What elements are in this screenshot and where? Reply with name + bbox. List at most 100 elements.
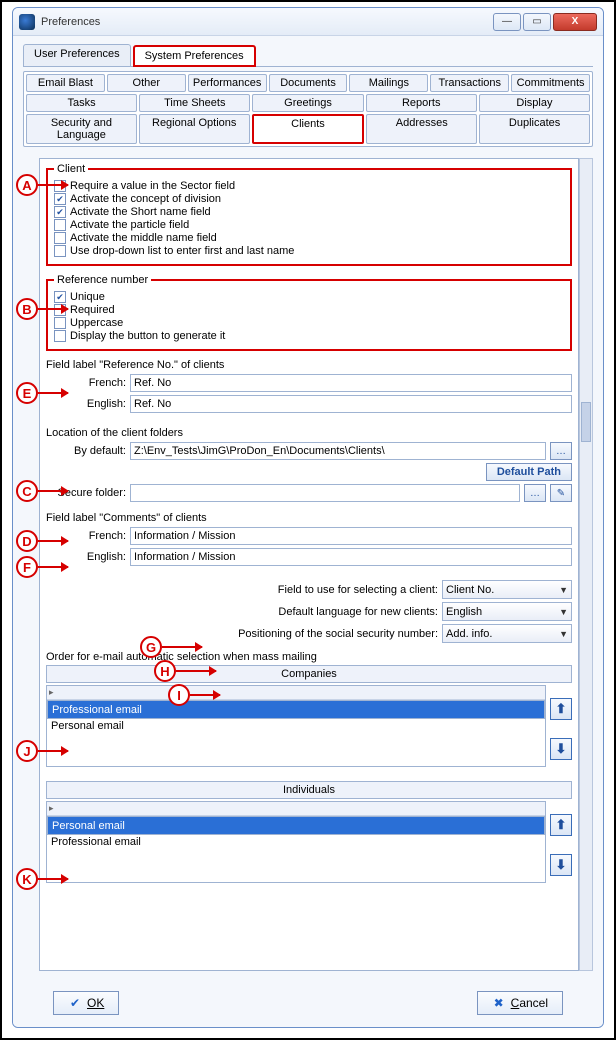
secure-folder-input[interactable]	[130, 484, 520, 502]
tab-system-preferences[interactable]: System Preferences	[133, 45, 256, 67]
subtab-mailings[interactable]: Mailings	[349, 74, 428, 92]
subtab-tasks[interactable]: Tasks	[26, 94, 137, 112]
field-select-dropdown[interactable]: Client No. ▼	[442, 580, 572, 599]
tab-user-preferences[interactable]: User Preferences	[23, 44, 131, 66]
move-down-button[interactable]: ⬇	[550, 854, 572, 876]
refnum-group: Reference number ✔Unique Required Upperc…	[46, 274, 572, 351]
chevron-down-icon: ▼	[559, 585, 568, 595]
comments-french-input[interactable]	[130, 527, 572, 545]
lang-dropdown[interactable]: English▼	[442, 602, 572, 621]
field-select-label: Field to use for selecting a client:	[46, 584, 438, 596]
close-button[interactable]: X	[553, 13, 597, 31]
check-icon: ✔	[68, 996, 82, 1010]
ssn-label: Positioning of the social security numbe…	[46, 628, 438, 640]
browse-secure-button[interactable]: …	[524, 484, 546, 502]
dropdown-value: Add. info.	[446, 628, 492, 640]
list-item[interactable]: Personal email	[47, 719, 545, 733]
maximize-button[interactable]: ▭	[523, 13, 551, 31]
cancel-label: Cancel	[511, 996, 548, 1010]
subtab-documents[interactable]: Documents	[269, 74, 348, 92]
main-tabs: User Preferences System Preferences	[23, 44, 593, 67]
ok-label: OK	[87, 996, 104, 1010]
edit-secure-button[interactable]: ✎	[550, 484, 572, 502]
subtab-clients[interactable]: Clients	[252, 114, 365, 144]
refno-heading: Field label "Reference No." of clients	[46, 359, 572, 371]
companies-list[interactable]: ▸ Professional email Personal email	[46, 685, 546, 767]
individuals-title: Individuals	[46, 781, 572, 799]
individuals-list[interactable]: ▸ Personal email Professional email	[46, 801, 546, 883]
subtab-commitments[interactable]: Commitments	[511, 74, 590, 92]
chk-label: Activate the concept of division	[70, 193, 221, 205]
lang-label: Default language for new clients:	[46, 606, 438, 618]
companies-title: Companies	[46, 665, 572, 683]
callout-g: G	[140, 636, 162, 658]
subtab-time-sheets[interactable]: Time Sheets	[139, 94, 250, 112]
callout-j: J	[16, 740, 38, 762]
preferences-window: Preferences — ▭ X User Preferences Syste…	[12, 7, 604, 1028]
checkbox[interactable]	[54, 330, 66, 342]
dropdown-value: Client No.	[446, 584, 494, 596]
move-up-button[interactable]: ⬆	[550, 698, 572, 720]
move-up-button[interactable]: ⬆	[550, 814, 572, 836]
subtabs: Email Blast Other Performances Documents…	[23, 71, 593, 147]
list-item[interactable]: Professional email	[47, 835, 545, 849]
callout-d: D	[16, 530, 38, 552]
checkbox[interactable]	[54, 245, 66, 257]
minimize-button[interactable]: —	[493, 13, 521, 31]
refno-english-input[interactable]	[130, 395, 572, 413]
refnum-legend: Reference number	[54, 274, 151, 286]
subtab-duplicates[interactable]: Duplicates	[479, 114, 590, 144]
ok-button[interactable]: ✔ OK	[53, 991, 119, 1015]
subtab-security-language[interactable]: Security and Language	[26, 114, 137, 144]
checkbox[interactable]	[54, 219, 66, 231]
subtab-regional-options[interactable]: Regional Options	[139, 114, 250, 144]
callout-c: C	[16, 480, 38, 502]
chk-label: Activate the middle name field	[70, 232, 217, 244]
cancel-icon: ✖	[492, 996, 506, 1010]
callout-f: F	[16, 556, 38, 578]
chk-label: Require a value in the Sector field	[70, 180, 235, 192]
move-down-button[interactable]: ⬇	[550, 738, 572, 760]
chevron-down-icon: ▼	[559, 607, 568, 617]
chk-label: Required	[70, 304, 115, 316]
chk-label: Activate the particle field	[70, 219, 189, 231]
french-label: French:	[46, 377, 126, 389]
checkbox[interactable]	[54, 232, 66, 244]
english-label: English:	[46, 398, 126, 410]
subtab-display[interactable]: Display	[479, 94, 590, 112]
chk-label: Display the button to generate it	[70, 330, 225, 342]
checkbox[interactable]: ✔	[54, 193, 66, 205]
browse-button[interactable]: …	[550, 442, 572, 460]
mail-order-heading: Order for e-mail automatic selection whe…	[46, 651, 572, 663]
english-label: English:	[46, 551, 126, 563]
client-legend: Client	[54, 163, 88, 175]
callout-k: K	[16, 868, 38, 890]
subtab-greetings[interactable]: Greetings	[252, 94, 363, 112]
list-header: ▸	[47, 686, 545, 700]
checkbox[interactable]: ✔	[54, 206, 66, 218]
checkbox[interactable]: ✔	[54, 291, 66, 303]
default-folder-input[interactable]	[130, 442, 546, 460]
ssn-dropdown[interactable]: Add. info.▼	[442, 624, 572, 643]
subtab-reports[interactable]: Reports	[366, 94, 477, 112]
callout-b: B	[16, 298, 38, 320]
app-icon	[19, 14, 35, 30]
default-path-button[interactable]: Default Path	[486, 463, 572, 481]
list-item[interactable]: Professional email	[47, 700, 545, 719]
subtab-transactions[interactable]: Transactions	[430, 74, 509, 92]
cancel-button[interactable]: ✖ Cancel	[477, 991, 563, 1015]
refno-french-input[interactable]	[130, 374, 572, 392]
callout-i: I	[168, 684, 190, 706]
vertical-scrollbar[interactable]	[579, 158, 593, 971]
bydefault-label: By default:	[46, 445, 126, 457]
subtab-other[interactable]: Other	[107, 74, 186, 92]
chk-label: Activate the Short name field	[70, 206, 211, 218]
subtab-email-blast[interactable]: Email Blast	[26, 74, 105, 92]
list-item[interactable]: Personal email	[47, 816, 545, 835]
comments-heading: Field label "Comments" of clients	[46, 512, 572, 524]
subtab-performances[interactable]: Performances	[188, 74, 267, 92]
checkbox[interactable]	[54, 317, 66, 329]
comments-english-input[interactable]	[130, 548, 572, 566]
callout-h: H	[154, 660, 176, 682]
subtab-addresses[interactable]: Addresses	[366, 114, 477, 144]
